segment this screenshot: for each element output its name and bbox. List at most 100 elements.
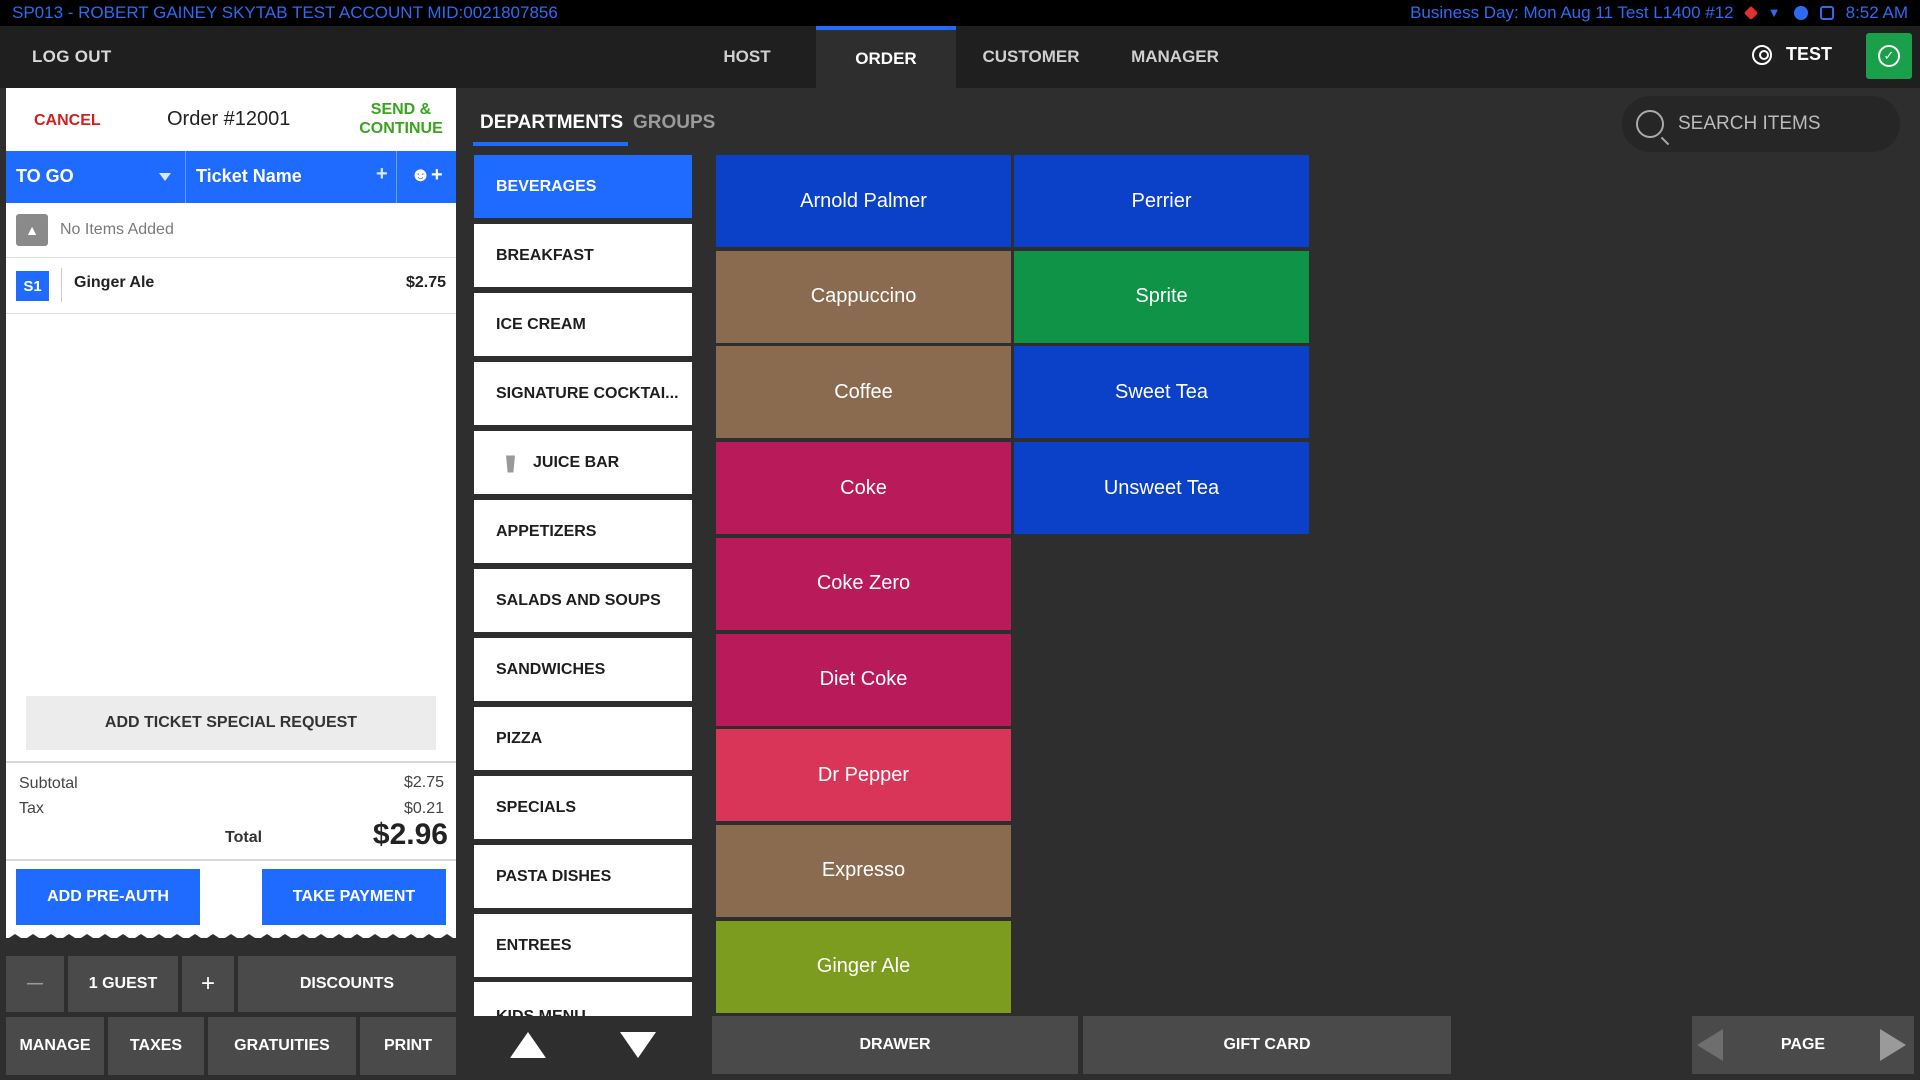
menu-item-perrier[interactable]: Perrier [1014,155,1309,247]
status-bar: SP013 - ROBERT GAINEY SKYTAB TEST ACCOUN… [0,0,1920,26]
seat-badge[interactable]: S1 [16,271,49,301]
dept-kids-menu[interactable]: KIDS MENU [474,982,692,1016]
send-continue-button[interactable]: SEND & CONTINUE [346,100,456,138]
receipt-edge [6,934,456,944]
search-placeholder: SEARCH ITEMS [1678,113,1821,134]
ticket-panel: CANCEL Order #12001 SEND & CONTINUE TO G… [6,88,456,944]
tab-manager[interactable]: MANAGER [1100,26,1250,88]
add-customer-icon[interactable]: ☻+ [410,164,443,187]
order-type-dropdown[interactable]: TO GO [16,166,74,187]
dept-signature-cocktails[interactable]: SIGNATURE COCKTAI... [474,362,692,425]
ticket-name-field[interactable]: Ticket Name [196,166,302,187]
item-name: Ginger Ale [74,274,155,291]
no-sync-icon [1743,5,1758,21]
divider [185,151,186,203]
no-items-row: ▲ No Items Added [6,203,456,258]
menu-item-sweet-tea[interactable]: Sweet Tea [1014,346,1309,439]
special-request-button[interactable]: ADD TICKET SPECIAL REQUEST [26,696,436,750]
menu-item-dr-pepper[interactable]: Dr Pepper [716,729,1011,822]
item-price: $2.75 [405,274,446,291]
dept-ice-cream[interactable]: ICE CREAM [474,293,692,356]
dept-label: JUICE BAR [533,453,620,471]
gift-card-button[interactable]: GIFT CARD [1083,1016,1451,1074]
ticket-header-bar: TO GO Ticket Name + ☻+ [6,151,456,203]
taxes-button[interactable]: TAXES [108,1017,204,1075]
guest-count[interactable]: 1 GUEST [68,956,178,1012]
total-value: $2.96 [372,818,448,851]
divider [61,268,62,302]
logout-button[interactable]: LOG OUT [32,47,112,67]
list-item[interactable]: S1 Ginger Ale $2.75 [6,258,456,314]
tab-indicator [473,142,628,146]
menu-item-unsweet-tea[interactable]: Unsweet Tea [1014,442,1309,535]
tab-customer[interactable]: CUSTOMER [956,26,1106,88]
search-input[interactable]: SEARCH ITEMS [1622,96,1900,152]
remove-guest-button[interactable]: — [6,956,64,1012]
user-name: TEST [1786,44,1833,64]
print-button[interactable]: PRINT [360,1017,456,1075]
scroll-up-icon[interactable] [510,1032,546,1058]
menu-item-expresso[interactable]: Expresso [716,824,1011,917]
add-ticket-name-icon[interactable]: + [376,163,388,186]
dept-appetizers[interactable]: APPETIZERS [474,500,692,563]
menu-item-sprite[interactable]: Sprite [1014,250,1309,343]
menu-item-coffee[interactable]: Coffee [716,346,1011,439]
business-day: Business Day: Mon Aug 11 Test L1400 #12 [1410,3,1734,22]
order-title: Order #12001 [167,108,291,130]
account-info: SP013 - ROBERT GAINEY SKYTAB TEST ACCOUN… [12,3,558,22]
dept-sandwiches[interactable]: SANDWICHES [474,638,692,701]
take-payment-button[interactable]: TAKE PAYMENT [262,869,446,925]
add-preauth-button[interactable]: ADD PRE-AUTH [16,869,200,925]
clock: 8:52 AM [1845,3,1908,22]
dept-entrees[interactable]: ENTREES [474,914,692,977]
nav-bar: LOG OUT HOST ORDER CUSTOMER MANAGER TEST… [0,26,1920,88]
divider [6,859,456,861]
dept-salads-soups[interactable]: SALADS AND SOUPS [474,569,692,632]
send-label-line1: SEND & [370,101,432,118]
page-prev-icon[interactable] [1697,1029,1723,1061]
menu-item-diet-coke[interactable]: Diet Coke [716,633,1011,726]
cup-icon [506,455,515,473]
chevron-down-icon[interactable] [159,173,171,181]
scroll-down-icon[interactable] [620,1032,656,1058]
dept-scroll-clip: KIDS MENU [474,982,692,1016]
tax-value: $0.21 [403,800,444,817]
menu-item-arnold-palmer[interactable]: Arnold Palmer [716,155,1011,247]
menu-item-ginger-ale[interactable]: Ginger Ale [716,920,1011,1013]
menu-item-cappuccino[interactable]: Cappuccino [716,250,1011,343]
confirm-button[interactable]: ✓ [1866,33,1912,79]
manage-button[interactable]: MANAGE [6,1017,104,1075]
tab-groups[interactable]: GROUPS [633,112,715,134]
no-items-label: No Items Added [60,221,174,238]
drawer-button[interactable]: DRAWER [712,1016,1078,1074]
divider [396,151,397,203]
user-menu[interactable]: TEST [1752,44,1832,65]
dept-label: KIDS MENU [496,1008,586,1016]
dept-pizza[interactable]: PIZZA [474,707,692,770]
database-icon [1819,6,1834,20]
discounts-button[interactable]: DISCOUNTS [238,956,456,1012]
seat-icon: ▲ [16,214,48,246]
tab-host[interactable]: HOST [672,26,822,88]
dept-breakfast[interactable]: BREAKFAST [474,224,692,287]
page-next-icon[interactable] [1880,1029,1906,1061]
settings-icon [1793,6,1808,20]
dept-juice-bar[interactable]: JUICE BAR [474,431,692,494]
add-guest-button[interactable]: + [182,956,234,1012]
dept-beverages[interactable]: BEVERAGES [474,155,692,218]
check-icon: ✓ [1878,45,1900,67]
subtotal-value: $2.75 [403,774,444,791]
total-label: Total [225,829,263,846]
dept-specials[interactable]: SPECIALS [474,776,692,839]
wifi-icon: ▼ [1767,5,1781,20]
cancel-button[interactable]: CANCEL [34,112,101,130]
tab-departments[interactable]: DEPARTMENTS [480,112,623,134]
status-right: Business Day: Mon Aug 11 Test L1400 #12 … [1410,3,1908,23]
tab-order[interactable]: ORDER [816,26,956,88]
menu-item-coke[interactable]: Coke [716,442,1011,535]
menu-item-coke-zero[interactable]: Coke Zero [716,537,1011,630]
gratuities-button[interactable]: GRATUITIES [208,1017,356,1075]
subtotal-label: Subtotal [19,775,78,792]
dept-pasta-dishes[interactable]: PASTA DISHES [474,845,692,908]
divider [6,761,456,763]
